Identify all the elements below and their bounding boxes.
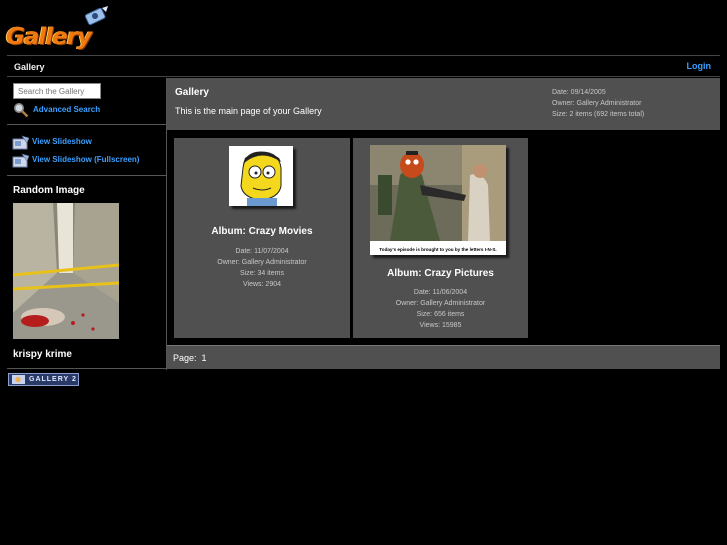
album-thumbnail[interactable]: Today's episode is brought to you by the…	[370, 145, 506, 255]
gallery-logo[interactable]: Gallery	[6, 6, 108, 52]
divider	[7, 175, 166, 176]
pager: Page: 1	[167, 345, 720, 369]
album-views: Views: 2904	[242, 281, 281, 288]
album-owner: Owner: Gallery Administrator	[395, 300, 486, 307]
crazy-pictures-thumbnail: Today's episode is brought to you by the…	[370, 145, 506, 255]
gallery-date: Date: 09/14/2005	[552, 89, 606, 96]
advanced-search-label: Advanced Search	[33, 105, 101, 114]
page-label: Page:	[173, 353, 197, 363]
magnifier-icon	[14, 103, 29, 118]
album-date: Date: 11/07/2004	[235, 248, 289, 255]
gallery-meta: Date: 09/14/2005 Owner: Gallery Administ…	[552, 87, 644, 120]
page-title: Gallery	[175, 87, 209, 98]
page-description: This is the main page of your Gallery	[175, 106, 322, 116]
album-card: Today's episode is brought to you by the…	[353, 138, 528, 338]
camera-icon	[84, 6, 108, 26]
album-date: Date: 11/06/2004	[413, 289, 468, 296]
slideshow-fullscreen-icon	[12, 153, 30, 168]
album-card: Album: Crazy Movies Date: 11/07/2004 Own…	[174, 138, 350, 338]
random-image-caption[interactable]: krispy krime	[13, 349, 72, 360]
album-size: Size: 656 items	[416, 311, 465, 318]
album-thumbnail[interactable]	[229, 146, 293, 206]
divider	[7, 368, 166, 369]
album-title[interactable]: Album: Crazy Movies	[174, 226, 350, 237]
gallery-header: Gallery This is the main page of your Ga…	[167, 78, 720, 130]
slideshow-fullscreen-label: View Slideshow (Fullscreen)	[32, 155, 140, 164]
random-image-picture	[13, 203, 119, 339]
current-page: 1	[201, 353, 207, 363]
gallery-size: Size: 2 items (692 items total)	[552, 111, 645, 118]
gallery2-badge[interactable]: GALLERY 2	[8, 373, 79, 386]
random-image-title: Random Image	[13, 185, 85, 196]
logo-text: Gallery	[6, 24, 92, 50]
divider	[7, 124, 166, 125]
search-input[interactable]	[13, 83, 101, 99]
gallery2-badge-text: GALLERY 2	[29, 376, 77, 383]
slideshow-icon	[12, 135, 30, 150]
gallery2-logo-icon	[12, 375, 25, 384]
crazy-movies-thumbnail	[229, 146, 293, 206]
page-indicator: Page: 1	[173, 353, 207, 363]
album-views: Views: 15985	[419, 322, 462, 329]
slideshow-label: View Slideshow	[32, 137, 92, 146]
random-image[interactable]	[13, 203, 119, 339]
top-bar: Gallery Login	[7, 55, 720, 77]
gallery-owner: Owner: Gallery Administrator	[552, 100, 642, 107]
album-owner: Owner: Gallery Administrator	[217, 259, 307, 266]
album-grid: Album: Crazy Movies Date: 11/07/2004 Own…	[167, 131, 720, 345]
login-link[interactable]: Login	[687, 61, 712, 71]
thumbnail-caption: Today's episode is brought to you by the…	[379, 247, 496, 252]
album-meta: Date: 11/06/2004 Owner: Gallery Administ…	[353, 287, 528, 331]
album-size: Size: 34 items	[240, 270, 284, 277]
album-meta: Date: 11/07/2004 Owner: Gallery Administ…	[174, 246, 350, 290]
breadcrumb[interactable]: Gallery	[14, 62, 45, 72]
album-title[interactable]: Album: Crazy Pictures	[353, 268, 528, 279]
